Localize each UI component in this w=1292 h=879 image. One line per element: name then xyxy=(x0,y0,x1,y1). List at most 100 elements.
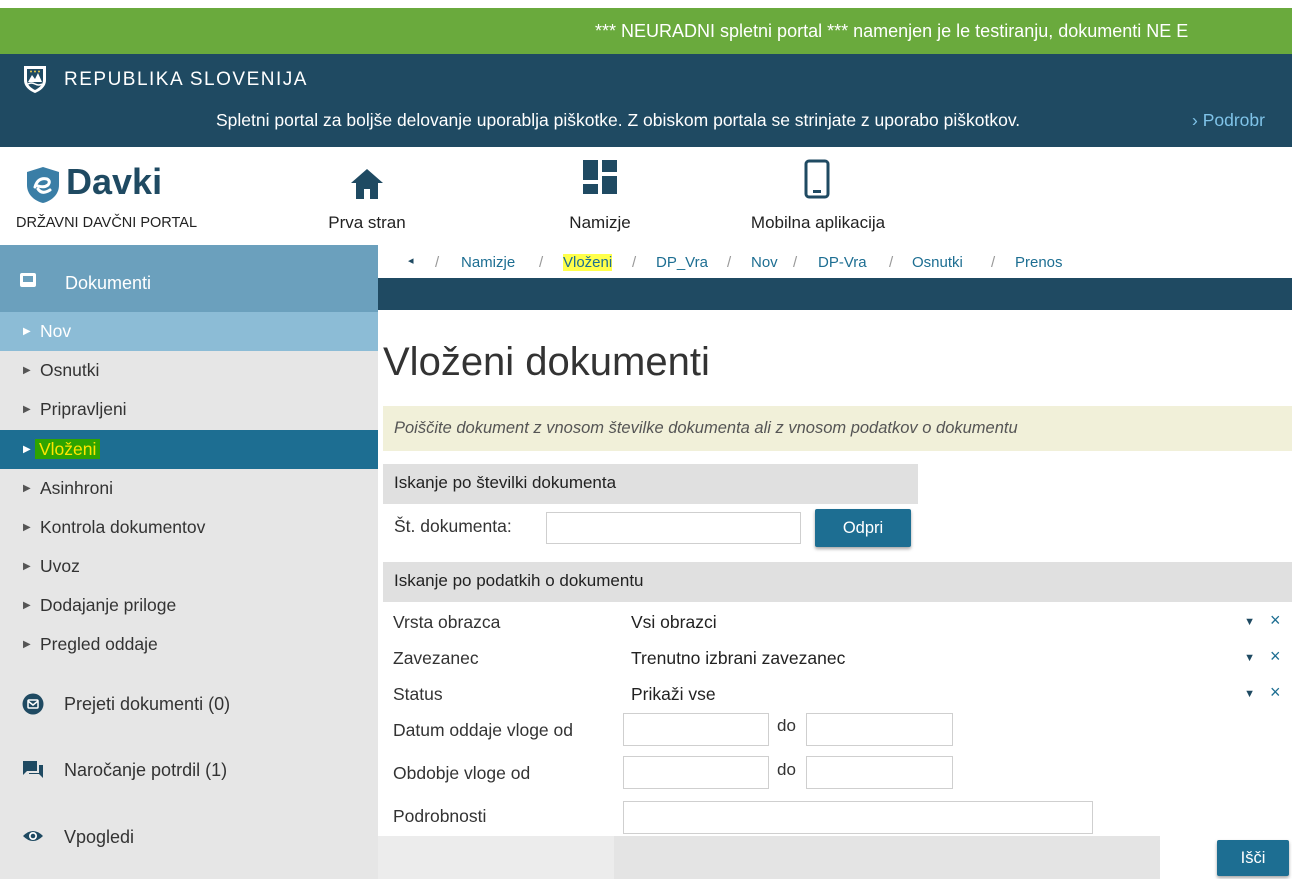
form-type-label: Vrsta obrazca xyxy=(393,612,501,632)
taxpayer-label: Zavezanec xyxy=(393,648,479,668)
open-button[interactable]: Odpri xyxy=(815,509,911,547)
sidebar-item-kontrola-dokumentov[interactable]: ▶ Kontrola dokumentov xyxy=(0,508,378,547)
sidebar-header-label: Dokumenti xyxy=(65,273,152,293)
breadcrumb-separator: / xyxy=(539,254,544,271)
edavki-shield-logo[interactable] xyxy=(24,165,62,205)
search-button[interactable]: Išči xyxy=(1217,840,1289,876)
dashboard-icon xyxy=(583,160,617,194)
form-type-value: Vsi obrazci xyxy=(631,612,717,632)
caret-right-icon: ▶ xyxy=(23,326,31,337)
submit-date-from-input[interactable] xyxy=(623,713,769,746)
breadcrumb-item-dp-vra[interactable]: DP_Vra xyxy=(656,254,708,271)
sidebar-header-documents[interactable]: Dokumenti xyxy=(0,245,378,312)
cookie-details-link[interactable]: › Podrobr xyxy=(1192,110,1265,131)
clear-taxpayer-icon[interactable]: × xyxy=(1270,646,1281,667)
breadcrumb-item-osnutki[interactable]: Osnutki xyxy=(912,254,963,271)
nav-mobile-app[interactable]: Mobilna aplikacija xyxy=(732,147,904,245)
sidebar-item-nov[interactable]: ▶ Nov xyxy=(0,312,378,351)
caret-right-icon: ▶ xyxy=(23,483,31,494)
brand-subtitle: DRŽAVNI DAVČNI PORTAL xyxy=(16,215,198,231)
caret-right-icon: ▶ xyxy=(23,522,31,533)
home-icon xyxy=(351,169,383,199)
chevron-down-icon: ▼ xyxy=(1244,688,1255,700)
submit-date-to-input[interactable] xyxy=(806,713,953,746)
form-type-select[interactable]: Vsi obrazci ▼ xyxy=(622,607,1265,637)
page-title: Vloženi dokumenti xyxy=(383,340,710,384)
sidebar-item-label: Dodajanje priloge xyxy=(40,595,177,615)
submit-date-label: Datum oddaje vloge od xyxy=(393,720,573,740)
sidebar-item-dodajanje-priloge[interactable]: ▶ Dodajanje priloge xyxy=(0,586,378,625)
sidebar-group-label: Naročanje potrdil (1) xyxy=(64,760,228,780)
sidebar-group-label: Prejeti dokumenti (0) xyxy=(64,694,231,714)
breadcrumb-back-icon[interactable]: ◂ xyxy=(408,254,414,267)
caret-right-icon: ▶ xyxy=(23,444,31,455)
sidebar-group-received-documents[interactable]: Prejeti dokumenti (0) xyxy=(0,673,378,733)
clear-form-type-icon[interactable]: × xyxy=(1270,610,1281,631)
clear-status-icon[interactable]: × xyxy=(1270,682,1281,703)
caret-right-icon: ▶ xyxy=(23,600,31,611)
period-from-input[interactable] xyxy=(623,756,769,789)
breadcrumb-item-prenos[interactable]: Prenos xyxy=(1015,254,1063,271)
chevron-down-icon: ▼ xyxy=(1244,616,1255,628)
status-value: Prikaži vse xyxy=(631,684,716,704)
status-label: Status xyxy=(393,684,443,704)
taxpayer-select[interactable]: Trenutno izbrani zavezanec ▼ xyxy=(622,643,1265,673)
section-heading-search-by-data: Iskanje po podatkih o dokumentu xyxy=(383,562,1292,602)
period-to-input[interactable] xyxy=(806,756,953,789)
mobile-icon xyxy=(804,159,830,199)
breadcrumb-separator: / xyxy=(632,254,637,271)
nav-dashboard[interactable]: Namizje xyxy=(545,147,655,245)
info-message: Poiščite dokument z vnosom številke doku… xyxy=(383,406,1292,451)
portal-header: Davki DRŽAVNI DAVČNI PORTAL Prva stran N… xyxy=(0,147,1292,245)
sidebar-item-pripravljeni[interactable]: ▶ Pripravljeni xyxy=(0,390,378,429)
document-tray-icon xyxy=(20,273,36,287)
sidebar-item-uvoz[interactable]: ▶ Uvoz xyxy=(0,547,378,586)
breadcrumb-separator: / xyxy=(991,254,996,271)
form-footer-area-shaded xyxy=(614,836,1160,879)
caret-right-icon: ▶ xyxy=(23,365,31,376)
breadcrumb-separator: / xyxy=(727,254,732,271)
nav-dashboard-label: Namizje xyxy=(569,213,631,232)
breadcrumb-item-dp-vra-2[interactable]: DP-Vra xyxy=(818,254,867,271)
form-footer-area xyxy=(378,836,614,879)
caret-right-icon: ▶ xyxy=(23,639,31,650)
government-name: REPUBLIKA SLOVENIJA xyxy=(64,69,308,90)
status-select[interactable]: Prikaži vse ▼ xyxy=(622,679,1265,709)
test-banner-text: *** NEURADNI spletni portal *** namenjen… xyxy=(595,21,1189,41)
content-header-strip xyxy=(378,278,1292,310)
mail-icon xyxy=(22,693,44,715)
sidebar-item-label: Pregled oddaje xyxy=(40,634,158,654)
taxpayer-value: Trenutno izbrani zavezanec xyxy=(631,648,846,668)
sidebar-group-insights[interactable]: Vpogledi xyxy=(0,807,378,867)
breadcrumb-item-nov[interactable]: Nov xyxy=(751,254,778,271)
sidebar-group-certificate-orders[interactable]: Naročanje potrdil (1) xyxy=(0,740,378,800)
brand-name[interactable]: Davki xyxy=(66,161,162,203)
breadcrumb: ◂ / Namizje / Vloženi / DP_Vra / Nov / D… xyxy=(378,245,1292,278)
breadcrumb-item-vlozeni[interactable]: Vloženi xyxy=(563,254,613,271)
document-number-input[interactable] xyxy=(546,512,801,544)
breadcrumb-item-namizje[interactable]: Namizje xyxy=(461,254,515,271)
sidebar-item-asinhroni[interactable]: ▶ Asinhroni xyxy=(0,469,378,508)
period-to-label: do xyxy=(777,760,796,779)
sidebar-item-label: Asinhroni xyxy=(40,478,113,498)
nav-home[interactable]: Prva stran xyxy=(312,147,422,245)
caret-right-icon: ▶ xyxy=(23,404,31,415)
sidebar-item-osnutki[interactable]: ▶ Osnutki xyxy=(0,351,378,390)
sidebar-item-label: Pripravljeni xyxy=(40,399,127,419)
sidebar-item-label: Nov xyxy=(40,321,72,341)
details-input[interactable] xyxy=(623,801,1093,834)
section-heading-search-by-number: Iskanje po številki dokumenta xyxy=(383,464,918,504)
caret-right-icon: ▶ xyxy=(23,561,31,572)
nav-mobile-app-label: Mobilna aplikacija xyxy=(750,213,886,232)
sidebar-group-label: Vpogledi xyxy=(64,827,135,847)
nav-home-label: Prva stran xyxy=(328,213,406,232)
coat-of-arms-icon xyxy=(24,66,46,93)
breadcrumb-separator: / xyxy=(793,254,798,271)
sidebar-item-pregled-oddaje[interactable]: ▶ Pregled oddaje xyxy=(0,625,378,664)
breadcrumb-separator: / xyxy=(435,254,440,271)
sidebar-item-vlozeni[interactable]: ▶ Vloženi xyxy=(0,430,378,469)
details-label: Podrobnosti xyxy=(393,806,487,826)
test-environment-banner: *** NEURADNI spletni portal *** namenjen… xyxy=(0,8,1292,54)
sidebar-item-label: Kontrola dokumentov xyxy=(40,517,206,537)
sidebar: Dokumenti ▶ Nov ▶ Osnutki ▶ Pripravljeni… xyxy=(0,245,378,879)
